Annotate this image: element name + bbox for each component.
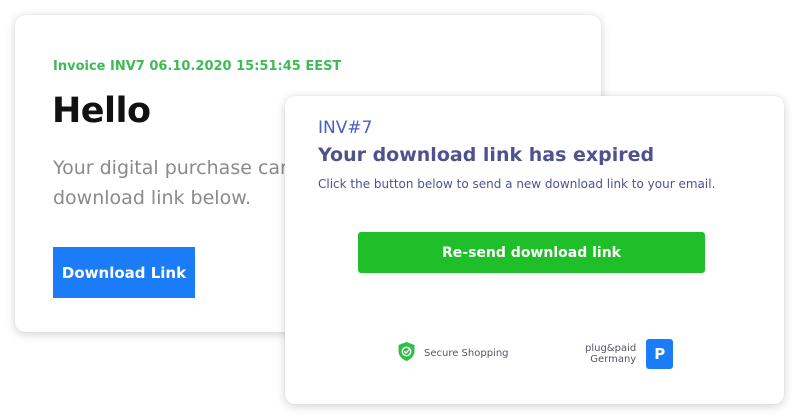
download-link-button[interactable]: Download Link [53,247,195,298]
shield-check-icon [397,341,416,366]
brand-text: plug&paid Germany [585,343,636,365]
brand-country: Germany [590,354,637,365]
brand-logo-icon: P [646,339,674,369]
invoice-number: INV#7 [318,118,373,138]
secure-shopping-badge: Secure Shopping [397,341,509,366]
resend-download-link-button[interactable]: Re-send download link [358,232,705,273]
expired-subtitle: Click the button below to send a new dow… [318,177,716,191]
expired-title: Your download link has expired [318,144,655,166]
invoice-line: Invoice INV7 06.10.2020 15:51:45 EEST [53,59,342,74]
secure-shopping-label: Secure Shopping [424,348,509,359]
greeting-heading: Hello [52,91,151,131]
expired-link-card: INV#7 Your download link has expired Cli… [285,96,784,404]
brand-badge: plug&paid Germany P [585,339,674,369]
brand-name: plug&paid [585,343,637,354]
